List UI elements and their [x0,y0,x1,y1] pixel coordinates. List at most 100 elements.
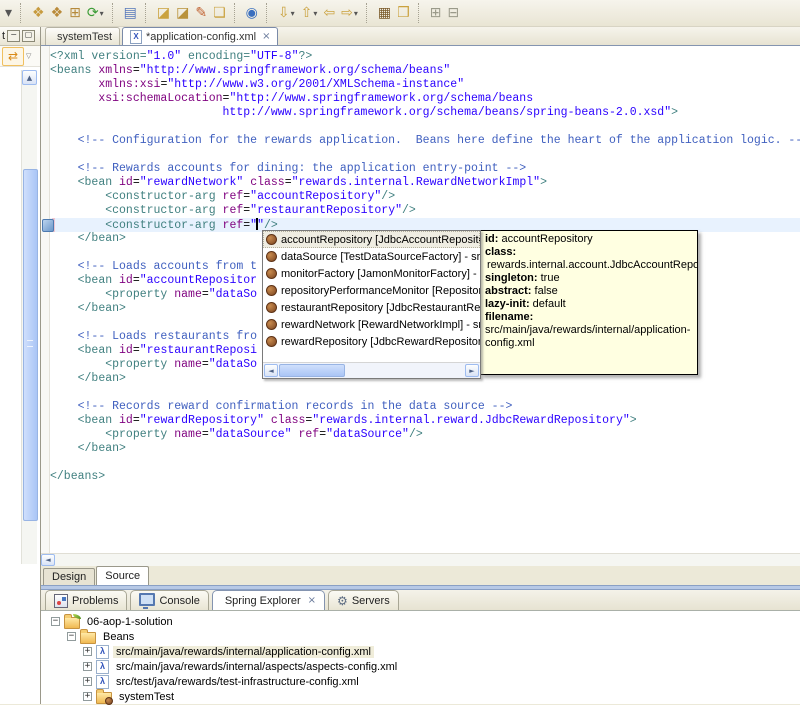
code-line[interactable]: <bean id="rewardRepository" class="rewar… [50,414,800,428]
scroll-right-icon[interactable]: ► [465,364,479,377]
tree-item-label: src/test/java/rewards/test-infrastructur… [116,675,359,688]
web-browser-button[interactable]: ◉ [243,1,261,25]
scrollbar-thumb[interactable] [279,364,345,377]
new-spring-bean-config-button[interactable]: ❖ [48,1,67,25]
editor-tab-application-config-xml[interactable]: X *application-config.xml × [122,27,279,45]
code-line[interactable]: http://www.springframework.org/schema/be… [50,106,800,120]
go-to-type-icon: ⇧ [300,5,313,21]
dropdown-caret-icon[interactable]: ▾ [291,9,295,18]
eclipse-window: { "colors": { "chrome_bg": "#ece9d8", "e… [0,0,800,705]
code-line[interactable] [50,386,800,400]
maximize-icon[interactable]: ▢ [22,30,36,42]
forward-button[interactable]: ⇨ ▾ [338,1,361,25]
new-spring-project-button[interactable]: ❖ [29,1,48,25]
left-panel-tab-label[interactable]: t [2,30,5,42]
minimize-icon[interactable]: − [7,30,21,42]
open-folder-icon: ❏ [213,5,226,21]
open-folder-button[interactable]: ❏ [210,1,229,25]
editor-horizontal-scrollbar[interactable]: ◄ [41,553,800,567]
toolbar-separator [144,3,150,23]
refresh-button[interactable]: ⟳ ▾ [84,1,107,25]
scroll-left-icon[interactable]: ◄ [264,364,278,377]
editor-tab-systemtest[interactable]: systemTest [45,27,121,45]
dropdown-caret-icon[interactable]: ▾ [313,9,317,18]
code-line[interactable]: <property name="dataSource" ref="dataSou… [50,428,800,442]
overflow-dropdown-icon: ▾ [5,5,13,21]
code-line[interactable]: <!-- Records reward confirmation records… [50,400,800,414]
completion-item[interactable]: rewardRepository [JdbcRewardRepository] … [263,333,480,350]
overflow-dropdown-button[interactable]: ▾ [2,1,15,25]
bean-icon [266,268,277,279]
tab-servers[interactable]: ⚙ Servers [328,590,399,610]
code-line[interactable]: <constructor-arg ref="accountRepository"… [50,190,800,204]
link-with-editor-icon[interactable]: ⇄ [2,46,24,66]
tooltip-row: filename: src/main/java/rewards/internal… [485,311,691,349]
tab-spring-explorer[interactable]: Spring Explorer × [211,590,326,610]
mark-occurrences-button[interactable]: ✎ [192,1,210,25]
code-line[interactable]: <constructor-arg ref="restaurantReposito… [50,204,800,218]
back-button[interactable]: ⇦ [320,1,338,25]
tree-item-beans[interactable]: − Beans [41,628,800,644]
code-line[interactable]: <?xml version="1.0" encoding="UTF-8"?> [50,50,800,64]
tab-problems[interactable]: Problems [45,590,128,610]
completion-item[interactable]: accountRepository [JdbcAccountRepository… [263,231,480,248]
completion-item[interactable]: dataSource [TestDataSourceFactory] - src… [263,248,480,265]
annotation-ruler[interactable] [41,46,50,553]
completion-item-label: repositoryPerformanceMonitor [Repository… [281,284,480,297]
close-icon[interactable]: × [308,595,316,606]
dropdown-caret-icon[interactable]: ▾ [100,9,104,18]
run-history-button[interactable]: ▦ [375,1,394,25]
tab-design[interactable]: Design [43,568,96,585]
completion-item[interactable]: restaurantRepository [JdbcRestaurantRepo… [263,299,480,316]
code-line[interactable] [50,120,800,134]
tab-console[interactable]: Console [130,590,209,610]
tab-label: Problems [72,594,119,607]
expand-icon[interactable]: + [83,662,92,671]
tab-source[interactable]: Source [96,566,150,585]
tree-item-src-main-java-rewards-internal-application-config-xml[interactable]: + λ src/main/java/rewards/internal/applica… [41,644,800,659]
code-line[interactable]: <bean id="rewardNetwork" class="rewards.… [50,176,800,190]
scroll-left-icon[interactable]: ◄ [41,554,55,566]
tree-item-06-aop-1-solution[interactable]: − 06-aop-1-solution [41,613,800,629]
code-line[interactable] [50,148,800,162]
bean-detail-tooltip: id: accountRepository class: rewards.inte… [480,230,698,375]
code-line[interactable]: xmlns:xsi="http://www.w3.org/2001/XMLSch… [50,78,800,92]
scroll-up-icon[interactable]: ▲ [22,70,37,85]
tree-item-systemtest[interactable]: + systemTest [41,688,800,705]
refresh-icon: ⟳ [86,5,99,21]
open-file-button[interactable]: ◪ [154,1,173,25]
close-icon[interactable]: × [262,31,270,42]
completion-item[interactable]: monitorFactory [JamonMonitorFactory] - s… [263,265,480,282]
expand-icon[interactable]: + [83,647,92,656]
left-panel-scrollbar[interactable]: ▲ [21,70,38,564]
code-line[interactable]: <!-- Configuration for the rewards appli… [50,134,800,148]
open-resource-button[interactable]: ◪ [173,1,192,25]
popup-horizontal-scrollbar[interactable]: ◄ ► [263,362,480,378]
code-line[interactable]: </bean> [50,442,800,456]
collapse-all-button[interactable]: ⊟ [444,1,462,25]
show-view-button[interactable]: ▤ [121,1,140,25]
collapse-icon[interactable]: − [51,617,60,626]
view-menu-icon[interactable]: ▽ [26,52,31,60]
code-line[interactable]: xsi:schemaLocation="http://www.springfra… [50,92,800,106]
expand-icon[interactable]: + [83,677,92,686]
code-line[interactable]: </beans> [50,470,800,484]
collapse-icon[interactable]: − [67,632,76,641]
last-edit-location-button[interactable]: ⇩ ▾ [275,1,298,25]
tree-item-src-test-java-rewards-test-infrastructure-config-xml[interactable]: + λ src/test/java/rewards/test-infrastruct… [41,674,800,689]
dropdown-caret-icon[interactable]: ▾ [354,9,358,18]
tree-item-src-main-java-rewards-internal-aspects-aspects-config-xml[interactable]: + λ src/main/java/rewards/internal/aspects… [41,659,800,674]
completion-item[interactable]: rewardNetwork [RewardNetworkImpl] - src/… [263,316,480,333]
new-bean-button[interactable]: ⊞ [66,1,84,25]
external-tools-button[interactable]: ❒ [394,1,413,25]
code-line[interactable]: <!-- Rewards accounts for dining: the ap… [50,162,800,176]
expand-all-button[interactable]: ⊞ [427,1,445,25]
expand-icon[interactable]: + [83,692,92,701]
code-line[interactable] [50,456,800,470]
back-icon: ⇦ [323,5,336,21]
editor-tab-bar: systemTest X *application-config.xml × [41,27,800,46]
completion-item[interactable]: repositoryPerformanceMonitor [Repository… [263,282,480,299]
scrollbar-thumb[interactable] [23,169,38,521]
code-line[interactable]: <beans xmlns="http://www.springframework… [50,64,800,78]
go-to-type-button[interactable]: ⇧ ▾ [298,1,321,25]
